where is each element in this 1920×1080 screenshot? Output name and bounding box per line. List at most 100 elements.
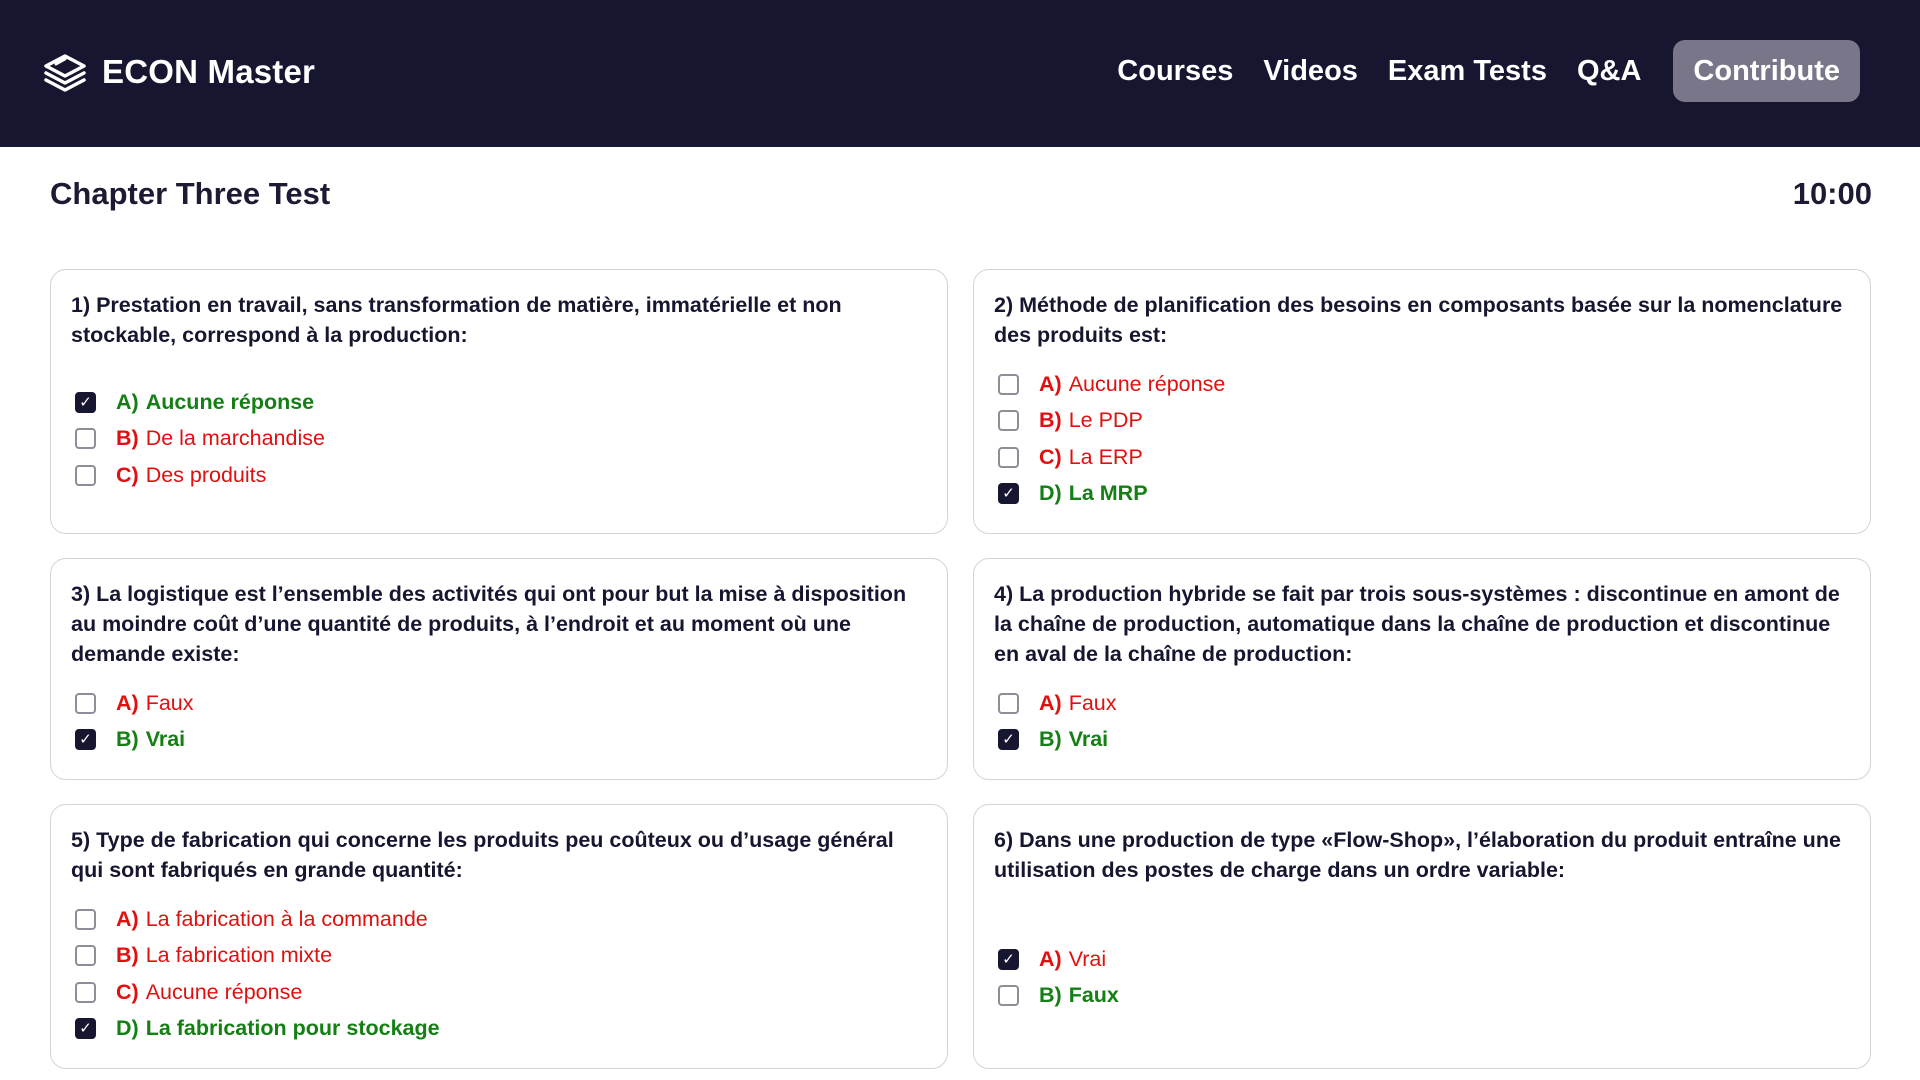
checkmark-icon: ✓	[79, 393, 92, 411]
question-card: 3) La logistique est l’ensemble des acti…	[50, 558, 948, 780]
option-label: Aucune réponse	[145, 979, 303, 1004]
option-letter: A)	[1039, 690, 1062, 715]
option-label: La fabrication à la commande	[145, 906, 428, 931]
checkbox-unchecked[interactable]	[75, 908, 96, 930]
nav-videos[interactable]: Videos	[1263, 55, 1358, 88]
option-label: La fabrication mixte	[145, 943, 333, 968]
brand-logo[interactable]: ECON Master	[40, 52, 315, 92]
checkbox-unchecked[interactable]	[75, 464, 96, 486]
checkbox-unchecked[interactable]	[75, 981, 96, 1003]
question-card: 6) Dans une production de type «Flow-Sho…	[973, 804, 1871, 1069]
option-label: Vrai	[145, 727, 186, 752]
answer-options: A) La fabrication à la commande B) La fabri…	[71, 901, 927, 1047]
checkbox-unchecked[interactable]	[75, 428, 96, 450]
answer-option[interactable]: ✓ B) Vrai	[71, 722, 927, 759]
option-letter: B)	[116, 727, 139, 752]
answer-option[interactable]: C) Aucune réponse	[71, 974, 927, 1011]
stacked-layers-icon	[44, 54, 86, 92]
answer-option[interactable]: ✓ D) La fabrication pour stockage	[71, 1011, 927, 1048]
checkbox-checked[interactable]: ✓	[75, 729, 96, 751]
nav-qa[interactable]: Q&A	[1577, 55, 1641, 88]
answer-options: A) Aucune réponse B) Le PDP C) La ERP ✓ D) La MR…	[994, 366, 1850, 512]
question-text: 6) Dans une production de type «Flow-Sho…	[994, 828, 1841, 882]
brand-name: ECON Master	[102, 53, 316, 90]
page-title: Chapter Three Test	[50, 176, 331, 211]
option-label: Faux	[145, 690, 194, 715]
question-card: 2) Méthode de planification des besoins …	[973, 269, 1871, 534]
checkbox-checked[interactable]: ✓	[998, 948, 1019, 970]
option-label: Faux	[1068, 690, 1117, 715]
checkbox-checked[interactable]: ✓	[75, 391, 96, 413]
nav-courses[interactable]: Courses	[1117, 55, 1233, 88]
answer-options: A) Faux ✓ B) Vrai	[994, 685, 1850, 758]
checkbox-checked[interactable]: ✓	[998, 483, 1019, 505]
question-text: 4) La production hybride se fait par tro…	[994, 582, 1840, 666]
option-letter: A)	[1039, 946, 1062, 971]
option-label: La ERP	[1068, 444, 1143, 469]
checkmark-icon: ✓	[1002, 485, 1015, 503]
answer-option[interactable]: ✓ A) Aucune réponse	[71, 384, 927, 421]
checkmark-icon: ✓	[1002, 950, 1015, 968]
option-label: Aucune réponse	[145, 389, 315, 414]
contribute-button[interactable]: Contribute	[1673, 40, 1860, 102]
checkbox-unchecked[interactable]	[75, 692, 96, 714]
option-letter: B)	[116, 943, 139, 968]
nav-links: Courses Videos Exam Tests Q&A Contribute	[1087, 40, 1860, 102]
question-text: 5) Type de fabrication qui concerne les …	[71, 828, 894, 882]
option-label: Aucune réponse	[1068, 371, 1226, 396]
option-label: Vrai	[1068, 727, 1109, 752]
answer-options: ✓ A) Aucune réponse B) De la marchandise C) De…	[71, 384, 927, 494]
option-letter: A)	[116, 389, 139, 414]
option-label: Vrai	[1068, 946, 1107, 971]
answer-option[interactable]: C) Des produits	[71, 457, 927, 494]
checkbox-unchecked[interactable]	[998, 692, 1019, 714]
option-letter: D)	[116, 1016, 139, 1041]
answer-option[interactable]: B) Faux	[994, 978, 1850, 1015]
question-card: 5) Type de fabrication qui concerne les …	[50, 804, 948, 1069]
option-letter: C)	[116, 979, 139, 1004]
answer-option[interactable]: ✓ A) Vrai	[994, 941, 1850, 978]
answer-options: A) Faux ✓ B) Vrai	[71, 685, 927, 758]
countdown-timer: 10:00	[1792, 176, 1872, 211]
option-letter: B)	[1039, 983, 1062, 1008]
question-text: 3) La logistique est l’ensemble des acti…	[71, 582, 907, 666]
checkbox-unchecked[interactable]	[998, 446, 1019, 468]
option-label: Faux	[1068, 983, 1119, 1008]
question-text: 1) Prestation en travail, sans transform…	[71, 293, 842, 347]
checkbox-unchecked[interactable]	[998, 985, 1019, 1007]
option-label: La fabrication pour stockage	[145, 1016, 440, 1041]
option-letter: D)	[1039, 481, 1062, 506]
checkbox-unchecked[interactable]	[998, 373, 1019, 395]
top-navbar: ECON Master Courses Videos Exam Tests Q&…	[0, 0, 1920, 147]
answer-option[interactable]: B) La fabrication mixte	[71, 938, 927, 975]
answer-option[interactable]: ✓ D) La MRP	[994, 476, 1850, 513]
answer-option[interactable]: A) La fabrication à la commande	[71, 901, 927, 938]
answer-option[interactable]: B) De la marchandise	[71, 421, 927, 458]
checkbox-checked[interactable]: ✓	[75, 1018, 96, 1040]
option-letter: A)	[116, 690, 139, 715]
option-label: De la marchandise	[145, 426, 325, 451]
nav-exam-tests[interactable]: Exam Tests	[1388, 55, 1547, 88]
option-letter: A)	[1039, 371, 1062, 396]
answer-option[interactable]: ✓ B) Vrai	[994, 722, 1850, 759]
answer-options: ✓ A) Vrai B) Faux	[994, 941, 1850, 1014]
checkbox-unchecked[interactable]	[998, 410, 1019, 432]
answer-option[interactable]: A) Aucune réponse	[994, 366, 1850, 403]
option-letter: B)	[1039, 408, 1062, 433]
question-card: 4) La production hybride se fait par tro…	[973, 558, 1871, 780]
option-letter: C)	[116, 462, 139, 487]
answer-option[interactable]: B) Le PDP	[994, 403, 1850, 440]
checkmark-icon: ✓	[1002, 731, 1015, 749]
option-label: La MRP	[1068, 481, 1148, 506]
checkbox-checked[interactable]: ✓	[998, 729, 1019, 751]
option-label: Le PDP	[1068, 408, 1143, 433]
answer-option[interactable]: C) La ERP	[994, 439, 1850, 476]
question-text: 2) Méthode de planification des besoins …	[994, 293, 1843, 347]
checkmark-icon: ✓	[79, 1020, 92, 1038]
answer-option[interactable]: A) Faux	[71, 685, 927, 722]
option-letter: B)	[116, 426, 139, 451]
checkbox-unchecked[interactable]	[75, 945, 96, 967]
test-header: Chapter Three Test 10:00	[50, 176, 1872, 212]
answer-option[interactable]: A) Faux	[994, 685, 1850, 722]
option-letter: C)	[1039, 444, 1062, 469]
